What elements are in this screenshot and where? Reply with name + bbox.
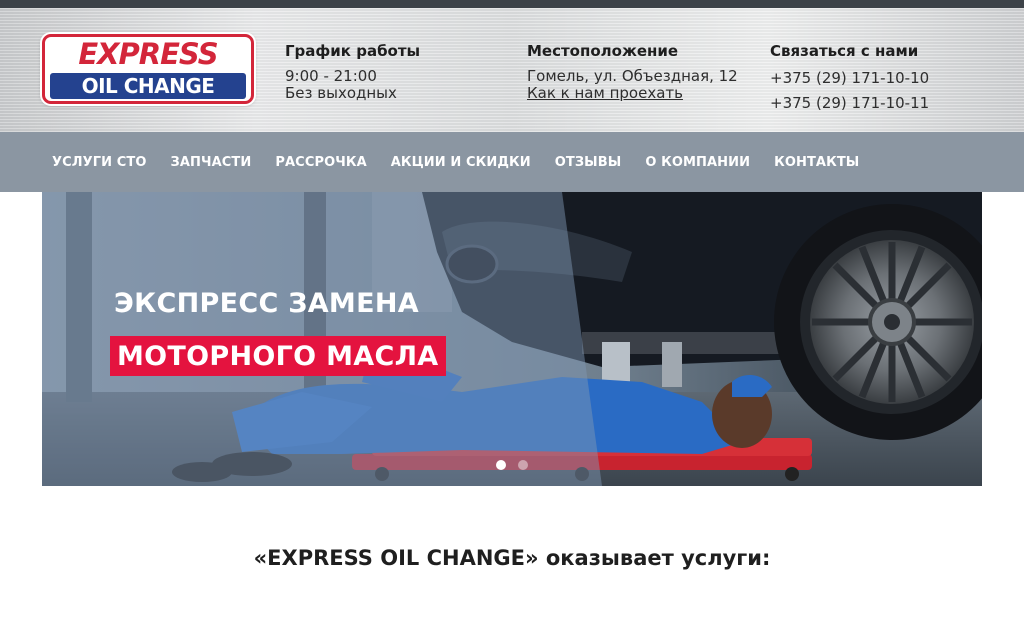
main-nav: УСЛУГИ СТО ЗАПЧАСТИ РАССРОЧКА АКЦИИ И СК…	[0, 132, 1024, 192]
slider-dot-1[interactable]	[496, 460, 506, 470]
schedule-block: График работы 9:00 - 21:00 Без выходных	[285, 42, 420, 102]
location-address: Гомель, ул. Объездная, 12	[527, 67, 738, 85]
hero-slider[interactable]: ЭКСПРЕСС ЗАМЕНА МОТОРНОГО МАСЛА	[42, 192, 982, 486]
nav-item-reviews[interactable]: ОТЗЫВЫ	[543, 155, 634, 170]
directions-link[interactable]: Как к нам проехать	[527, 84, 683, 102]
nav-item-contacts[interactable]: КОНТАКТЫ	[762, 155, 871, 170]
phone-1[interactable]: +375 (29) 171-10-10	[770, 70, 929, 87]
logo-oil-change-text: OIL CHANGE	[50, 73, 246, 99]
nav-item-services[interactable]: УСЛУГИ СТО	[40, 155, 159, 170]
contacts-title: Связаться с нами	[770, 42, 919, 60]
contacts-block: Связаться с нами +375 (29) 171-10-10 +37…	[770, 42, 929, 112]
site-header: EXPRESS OIL CHANGE График работы 9:00 - …	[0, 8, 1024, 132]
top-strip	[0, 0, 1024, 8]
phone-2[interactable]: +375 (29) 171-10-11	[770, 95, 929, 112]
nav-item-parts[interactable]: ЗАПЧАСТИ	[159, 155, 264, 170]
hero-headline-2: МОТОРНОГО МАСЛА	[110, 336, 446, 376]
nav-item-about[interactable]: О КОМПАНИИ	[633, 155, 762, 170]
nav-item-installments[interactable]: РАССРОЧКА	[263, 155, 378, 170]
services-heading: «EXPRESS OIL CHANGE» оказывает услуги:	[253, 546, 771, 570]
schedule-title: График работы	[285, 42, 421, 60]
location-title: Местоположение	[527, 42, 679, 60]
schedule-hours: 9:00 - 21:00	[285, 67, 377, 85]
schedule-days: Без выходных	[285, 84, 397, 102]
slider-dot-2[interactable]	[518, 460, 528, 470]
logo-express-text: EXPRESS	[78, 37, 218, 71]
location-block: Местоположение Гомель, ул. Объездная, 12…	[527, 42, 738, 102]
nav-item-promotions[interactable]: АКЦИИ И СКИДКИ	[379, 155, 543, 170]
logo[interactable]: EXPRESS OIL CHANGE	[42, 34, 254, 104]
hero-headline-1: ЭКСПРЕСС ЗАМЕНА	[114, 288, 419, 319]
